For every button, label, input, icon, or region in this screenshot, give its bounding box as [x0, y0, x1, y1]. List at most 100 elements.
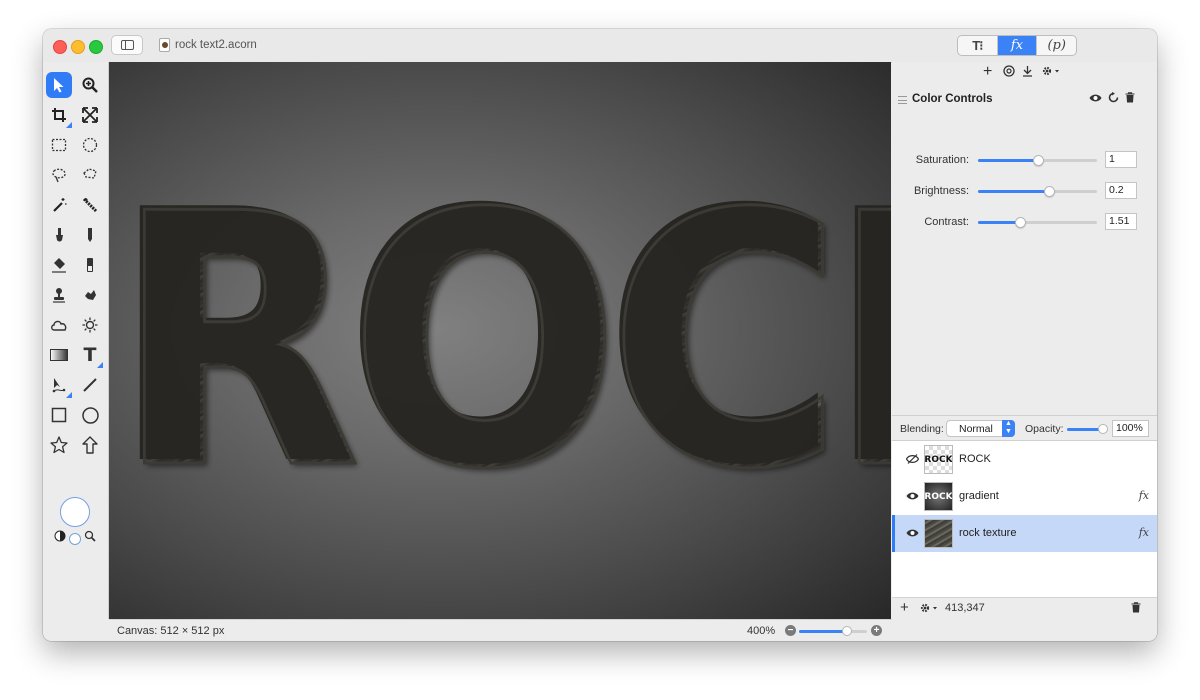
layer-row-rock[interactable]: ROCK ROCK	[892, 441, 1157, 478]
hidden-eye-icon[interactable]	[905, 454, 920, 467]
crop-tool[interactable]	[46, 102, 72, 128]
rect-select-tool[interactable]	[46, 132, 72, 158]
tab-effects[interactable]: fx	[997, 36, 1038, 55]
paint-bucket-icon	[52, 258, 66, 273]
saturation-slider-fill	[978, 159, 1038, 162]
star-icon	[50, 436, 68, 454]
zoom-out-icon[interactable]: −	[785, 625, 796, 636]
text-tool[interactable]: T	[77, 342, 103, 368]
zoom-percentage: 400%	[747, 625, 776, 637]
add-layer-icon[interactable]: +	[900, 599, 909, 616]
add-filter-icon[interactable]: +	[983, 63, 992, 81]
gradient-tool[interactable]	[46, 342, 72, 368]
transform-tool[interactable]	[77, 102, 103, 128]
eye-icon[interactable]	[1089, 92, 1102, 106]
rectangle-icon	[51, 407, 67, 423]
app-window: rock text2.acorn T⁝ fx (p) T ROC Canvas:…	[43, 29, 1157, 641]
saturation-field[interactable]: 1	[1105, 151, 1137, 168]
paint-bucket-tool[interactable]	[46, 252, 72, 278]
layer-thumbnail	[924, 519, 953, 548]
zoom-window-button[interactable]	[89, 40, 103, 54]
color-well[interactable]	[60, 497, 90, 527]
zoom-tool[interactable]	[77, 72, 103, 98]
zoom-in-icon[interactable]: +	[871, 625, 882, 636]
instant-alpha-tool[interactable]	[77, 192, 103, 218]
dodge-burn-tool[interactable]	[77, 312, 103, 338]
polygon-lasso-icon	[83, 168, 97, 179]
oval-tool[interactable]	[77, 402, 103, 428]
text-icon: T	[83, 344, 97, 366]
layer-thumbnail: ROCK	[924, 445, 953, 474]
toolbox: T	[43, 62, 109, 619]
brightness-slider-knob[interactable]	[1044, 186, 1056, 197]
brightness-label: Brightness:	[913, 185, 969, 197]
star-tool[interactable]	[46, 432, 72, 458]
lasso-tool[interactable]	[46, 162, 72, 188]
clone-stamp-tool[interactable]	[46, 282, 72, 308]
eye-icon[interactable]	[906, 491, 919, 504]
layer-name: ROCK	[959, 453, 991, 465]
bezier-pen-tool[interactable]	[46, 372, 72, 398]
brightness-slider[interactable]	[978, 186, 1097, 197]
smudge-tool[interactable]	[77, 282, 103, 308]
contrast-slider[interactable]	[978, 217, 1097, 228]
opacity-field[interactable]: 100%	[1112, 420, 1149, 437]
tab-tools[interactable]: T⁝	[958, 36, 998, 55]
line-icon	[83, 378, 97, 392]
image-canvas[interactable]: ROCK	[109, 62, 891, 619]
minimize-window-button[interactable]	[71, 40, 85, 54]
magic-wand-tool[interactable]	[46, 192, 72, 218]
filter-gear-icon[interactable]	[1041, 65, 1061, 80]
layer-gear-icon[interactable]	[919, 602, 939, 617]
stamp-icon	[53, 288, 65, 303]
layer-row-gradient[interactable]: ROCK gradient fx	[892, 478, 1157, 515]
brightness-slider-fill	[978, 190, 1050, 193]
rectangle-tool[interactable]	[46, 402, 72, 428]
saturation-slider[interactable]	[978, 155, 1097, 166]
select-tool[interactable]	[46, 72, 72, 98]
blend-mode-select[interactable]: Normal ▲ ▼	[946, 420, 1015, 437]
zoom-slider[interactable]	[799, 626, 867, 636]
layer-row-rock-texture[interactable]: rock texture fx	[892, 515, 1157, 552]
resize-arrows-icon	[82, 107, 98, 123]
layer-fx-badge[interactable]: fx	[1139, 489, 1149, 502]
opacity-slider-knob[interactable]	[1098, 424, 1108, 434]
tab-properties[interactable]: (p)	[1037, 36, 1076, 55]
pencil-tool[interactable]	[77, 222, 103, 248]
eraser-icon	[87, 258, 93, 272]
reset-icon[interactable]	[1108, 92, 1119, 106]
polygon-lasso-tool[interactable]	[77, 162, 103, 188]
oval-select-tool[interactable]	[77, 132, 103, 158]
eraser-tool[interactable]	[77, 252, 103, 278]
filter-presets-icon[interactable]	[1003, 65, 1015, 80]
up-arrow-icon	[82, 436, 98, 454]
line-tool[interactable]	[77, 372, 103, 398]
eye-icon[interactable]	[906, 528, 919, 541]
cloud-tool[interactable]	[46, 312, 72, 338]
zoom-slider-knob[interactable]	[841, 626, 852, 636]
background-color-well[interactable]	[69, 533, 81, 545]
trash-icon[interactable]	[1125, 92, 1135, 106]
brush-tool[interactable]	[46, 222, 72, 248]
swap-colors-icon[interactable]	[54, 530, 66, 545]
brightness-field[interactable]: 0.2	[1105, 182, 1137, 199]
saturation-slider-knob[interactable]	[1032, 155, 1044, 166]
arrow-shape-tool[interactable]	[77, 432, 103, 458]
close-window-button[interactable]	[53, 40, 67, 54]
contrast-slider-fill	[978, 221, 1020, 224]
oval-icon	[81, 406, 99, 424]
filter-header: Color Controls	[892, 87, 1157, 113]
delete-layer-icon[interactable]	[1131, 602, 1141, 616]
layer-fx-badge[interactable]: fx	[1139, 526, 1149, 539]
toggle-sidebar-button[interactable]	[111, 35, 143, 55]
brush-icon	[56, 228, 63, 242]
eyedropper-icon[interactable]	[84, 530, 97, 545]
marquee-rect-icon	[51, 138, 67, 152]
contrast-field[interactable]: 1.51	[1105, 213, 1137, 230]
title-bar: rock text2.acorn T⁝ fx (p)	[43, 29, 1157, 63]
drag-handle-icon[interactable]	[898, 96, 907, 104]
document-icon	[159, 38, 170, 52]
layers-list: ROCK ROCK ROCK gradient fx rock texture …	[892, 441, 1157, 597]
contrast-slider-knob[interactable]	[1014, 217, 1026, 228]
download-icon[interactable]	[1022, 65, 1033, 80]
